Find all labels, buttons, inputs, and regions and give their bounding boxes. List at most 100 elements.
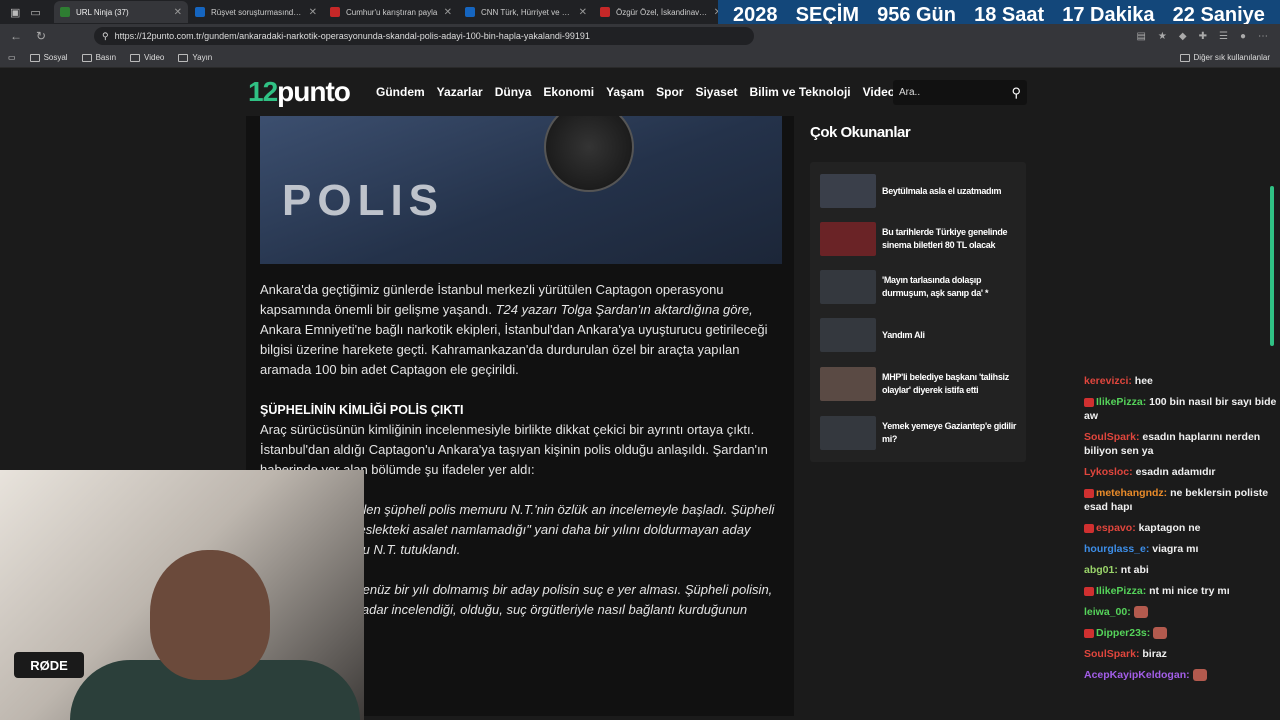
browser-tab[interactable]: Rüşvet soruşturmasında g ✕	[189, 1, 323, 23]
site-header: 12punto Gündem Yazarlar Dünya Ekonomi Yaşam S…	[0, 68, 1280, 116]
profile-icon[interactable]: ●	[1240, 31, 1246, 42]
nav-item[interactable]: Ekonomi	[543, 85, 594, 99]
popular-item[interactable]: Beytülmala asla el uzatmadım	[820, 174, 1020, 208]
chat-message: SoulSpark: biraz	[1084, 647, 1280, 661]
collections-icon[interactable]: ☰	[1219, 31, 1228, 42]
chat-username[interactable]: espavo	[1096, 522, 1132, 534]
bookmarks-bar: ▭ Sosyal Basın Video Yayın Diğer sık kul…	[0, 48, 1280, 68]
back-icon[interactable]: ←	[10, 29, 22, 43]
bookmark-folder-video[interactable]: Video	[130, 53, 164, 62]
popular-title: Yemek yemeye Gaziantep'e gidilir mi?	[882, 421, 1017, 444]
refresh-icon[interactable]: ↻	[36, 29, 46, 43]
tab-close-icon[interactable]: ✕	[444, 7, 452, 18]
search-placeholder: Ara..	[899, 87, 921, 98]
nav-item[interactable]: Video	[863, 85, 895, 99]
chat-username[interactable]: leiwa_00	[1084, 606, 1127, 618]
nav-item[interactable]: Siyaset	[695, 85, 737, 99]
stream-chat: kerevizci: hee IlikePizza: 100 bin nasıl …	[1084, 374, 1280, 689]
chat-username[interactable]: SoulSpark	[1084, 648, 1136, 660]
browser-tab[interactable]: Özgür Özel, İskandinav ve✕	[594, 1, 728, 23]
browser-tab[interactable]: Cumhur'u karıştıran payla ✕	[324, 1, 458, 23]
url-field[interactable]: ⚲ https://12punto.com.tr/gundem/ankarada…	[94, 27, 754, 45]
nav-item[interactable]: Yaşam	[606, 85, 644, 99]
chat-text: nt abi	[1120, 564, 1149, 576]
tab-favicon	[60, 7, 70, 17]
chat-message: IlikePizza: 100 bin nasıl bir sayı bide …	[1084, 395, 1280, 423]
chat-message: SoulSpark: esadın haplarını nerden biliy…	[1084, 430, 1280, 458]
popular-thumbnail	[820, 318, 876, 352]
chat-message: Lykosloc: esadın adamıdır	[1084, 465, 1280, 479]
tab-label: Cumhur'u karıştıran payla	[346, 7, 438, 17]
subscriber-badge-icon	[1084, 523, 1094, 533]
popular-item[interactable]: 'Mayın tarlasında dolaşıp durmuşum, aşk …	[820, 270, 1020, 304]
chat-message: kerevizci: hee	[1084, 374, 1280, 388]
tab-close-icon[interactable]: ✕	[174, 7, 182, 18]
bookmark-folder-yayin[interactable]: Yayın	[178, 53, 212, 62]
site-info-icon[interactable]: ⚲	[102, 31, 109, 42]
browser-tab[interactable]: CNN Türk, Hürriyet ve Mill ✕	[459, 1, 593, 23]
reader-icon[interactable]: ▤	[1136, 31, 1145, 42]
tab-favicon	[195, 7, 205, 17]
search-input[interactable]: Ara.. ⚲	[893, 80, 1027, 105]
chat-username[interactable]: IlikePizza	[1096, 396, 1143, 408]
chat-message: hourglass_e: viagra mı	[1084, 542, 1280, 556]
chat-message: abg01: nt abi	[1084, 563, 1280, 577]
popular-title: 'Mayın tarlasında dolaşıp durmuşum, aşk …	[882, 275, 989, 298]
nav-item[interactable]: Gündem	[376, 85, 425, 99]
chat-text: viagra mı	[1152, 543, 1199, 555]
chat-username[interactable]: Dipper23s	[1096, 627, 1147, 639]
chat-username[interactable]: SoulSpark	[1084, 431, 1136, 443]
popular-thumbnail	[820, 174, 876, 208]
popular-title: MHP'li belediye başkanı 'talihsiz olayla…	[882, 372, 1009, 395]
subscriber-badge-icon	[1084, 586, 1094, 596]
chat-username[interactable]: Lykosloc	[1084, 466, 1129, 478]
chat-username[interactable]: hourglass_e	[1084, 543, 1146, 555]
tab-favicon	[465, 7, 475, 17]
popular-thumbnail	[820, 416, 876, 450]
other-bookmarks[interactable]: Diğer sık kullanılanlar	[1179, 53, 1280, 62]
chat-username[interactable]: abg01	[1084, 564, 1114, 576]
other-bookmarks-label: Diğer sık kullanılanlar	[1193, 53, 1270, 62]
popular-item[interactable]: Bu tarihlerde Türkiye genelinde sinema b…	[820, 222, 1020, 256]
page-scrollbar[interactable]	[1270, 186, 1274, 346]
bookmark-folder-basin[interactable]: Basın	[81, 53, 116, 62]
para1-italic: T24 yazarı Tolga Şardan'ın aktardığına g…	[495, 302, 753, 317]
popular-item[interactable]: Yemek yemeye Gaziantep'e gidilir mi?	[820, 416, 1020, 450]
popular-item[interactable]: Yandım Ali	[820, 318, 1020, 352]
workspaces-icon[interactable]: ▣	[10, 6, 20, 19]
popular-title: Bu tarihlerde Türkiye genelinde sinema b…	[882, 227, 1008, 250]
chat-username[interactable]: AcepKayipKeldogan	[1084, 669, 1186, 681]
folder-icon	[81, 53, 92, 62]
puzzle-icon[interactable]: ✚	[1199, 31, 1207, 42]
extension-icon[interactable]: ◆	[1179, 31, 1187, 42]
chat-username[interactable]: metehangndz	[1096, 487, 1164, 499]
tab-actions-icon[interactable]: ▭	[30, 6, 40, 19]
nav-item[interactable]: Bilim ve Teknoloji	[750, 85, 851, 99]
tab-favicon	[600, 7, 610, 17]
tab-list: URL Ninja (37) ✕ Rüşvet soruşturmasında g ✕…	[54, 1, 729, 23]
nav-item[interactable]: Spor	[656, 85, 683, 99]
chat-message: metehangndz: ne beklersin poliste esad h…	[1084, 486, 1280, 514]
popular-item[interactable]: MHP'li belediye başkanı 'talihsiz olayla…	[820, 367, 1020, 401]
chat-username[interactable]: kerevizci	[1084, 375, 1128, 387]
nav-item[interactable]: Dünya	[495, 85, 532, 99]
tab-close-icon[interactable]: ✕	[309, 7, 317, 18]
bookmark-label: Video	[144, 53, 165, 62]
folder-icon	[1179, 53, 1190, 62]
tab-favicon	[330, 7, 340, 17]
menu-icon[interactable]: ⋯	[1258, 31, 1268, 42]
site-logo[interactable]: 12punto	[248, 76, 351, 108]
chat-separator: :	[1127, 606, 1134, 618]
streamer-head	[150, 550, 270, 680]
chat-username[interactable]: IlikePizza	[1096, 585, 1143, 597]
search-icon[interactable]: ⚲	[1011, 85, 1021, 101]
favorite-star-icon[interactable]: ★	[1158, 31, 1167, 42]
folder-icon	[130, 53, 141, 62]
bookmark-folder-sosyal[interactable]: Sosyal	[29, 53, 68, 62]
tab-close-icon[interactable]: ✕	[579, 7, 587, 18]
nav-item[interactable]: Yazarlar	[437, 85, 483, 99]
logo-number: 12	[248, 76, 278, 107]
browser-tab[interactable]: URL Ninja (37) ✕	[54, 1, 188, 23]
tab-label: URL Ninja (37)	[76, 7, 129, 17]
bookmark-menu-icon[interactable]: ▭	[8, 53, 16, 62]
